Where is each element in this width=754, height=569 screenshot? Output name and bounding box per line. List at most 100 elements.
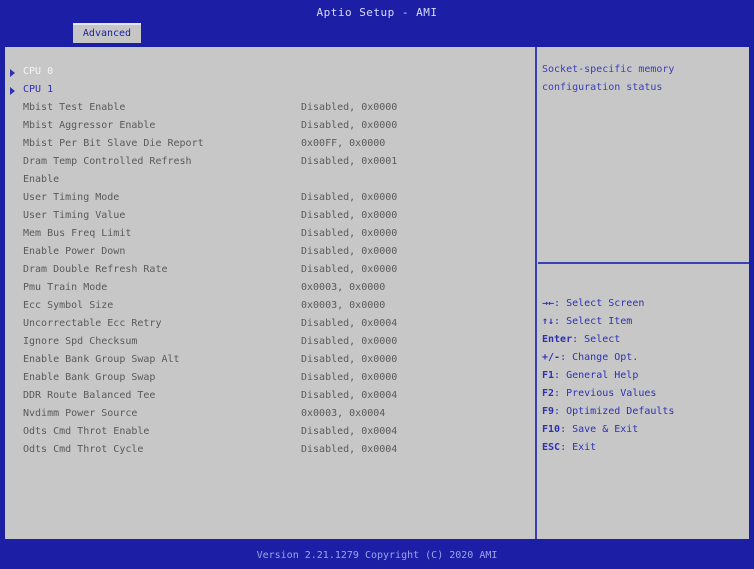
key-action: : Select Item [554,316,633,327]
setting-value: Disabled, 0x0000 [301,336,398,347]
setting-value: Disabled, 0x0000 [301,372,398,383]
setting-value: Disabled, 0x0004 [301,426,398,437]
key-label: →← [542,298,555,309]
key-label: +/- [542,352,561,363]
setting-label: Mbist Aggressor Enable [23,120,156,131]
setting-value: Disabled, 0x0004 [301,444,398,455]
key-label: F9 [542,406,555,417]
settings-list: CPU 0 CPU 1 Mbist Test Enable Disabled, … [5,47,537,539]
setting-label: Nvdimm Power Source [23,408,138,419]
setting-dram-double-refresh-rate: Dram Double Refresh Rate Disabled, 0x000… [5,261,533,279]
key-action: : Save & Exit [560,424,639,435]
setting-label: Enable Power Down [23,246,126,257]
setting-user-timing-mode: User Timing Mode Disabled, 0x0000 [5,189,533,207]
setting-odts-cmd-throt-cycle: Odts Cmd Throt Cycle Disabled, 0x0004 [5,441,533,459]
setting-label: Odts Cmd Throt Enable [23,426,150,437]
submenu-cpu-0[interactable]: CPU 0 [5,63,533,81]
setting-value: Disabled, 0x0000 [301,264,398,275]
key-hint-exit: ESC: Exit [542,439,674,457]
submenu-label: CPU 1 [23,84,54,95]
key-legend: →←: Select Screen ↑↓: Select Item Enter:… [542,295,674,457]
setting-label: Enable [23,174,60,185]
submenu-label: CPU 0 [23,66,54,77]
setting-value: Disabled, 0x0004 [301,318,398,329]
setting-value: Disabled, 0x0000 [301,354,398,365]
setting-value: 0x00FF, 0x0000 [301,138,386,149]
setting-enable-power-down: Enable Power Down Disabled, 0x0000 [5,243,533,261]
setting-odts-cmd-throt-enable: Odts Cmd Throt Enable Disabled, 0x0004 [5,423,533,441]
setting-value: Disabled, 0x0004 [301,390,398,401]
setting-value: Disabled, 0x0000 [301,120,398,131]
key-hint-select-item: ↑↓: Select Item [542,313,674,331]
setting-label: Mbist Test Enable [23,102,126,113]
key-hint-enter: Enter: Select [542,331,674,349]
setting-value: Disabled, 0x0000 [301,102,398,113]
setting-uncorrectable-ecc-retry: Uncorrectable Ecc Retry Disabled, 0x0004 [5,315,533,333]
setting-value: Disabled, 0x0000 [301,192,398,203]
key-label: ↑↓ [542,316,555,327]
key-hint-optimized-defaults: F9: Optimized Defaults [542,403,674,421]
key-hint-previous-values: F2: Previous Values [542,385,674,403]
setting-ignore-spd-checksum: Ignore Spd Checksum Disabled, 0x0000 [5,333,533,351]
key-label: F10 [542,424,561,435]
setting-value: Disabled, 0x0000 [301,246,398,257]
setting-label: Dram Temp Controlled Refresh [23,156,192,167]
item-help: Socket-specific memory configuration sta… [538,47,749,264]
setting-value: Disabled, 0x0000 [301,210,398,221]
setting-ddr-route-balanced-tee: DDR Route Balanced Tee Disabled, 0x0004 [5,387,533,405]
key-action: : General Help [554,370,639,381]
version-text: Version 2.21.1279 Copyright (C) 2020 AMI [256,550,498,561]
setting-ecc-symbol-size: Ecc Symbol Size 0x0003, 0x0000 [5,297,533,315]
setting-value: Disabled, 0x0001 [301,156,398,167]
key-label: ESC [542,442,561,453]
setting-label: Enable Bank Group Swap [23,372,156,383]
setting-label: Ignore Spd Checksum [23,336,138,347]
setting-value: 0x0003, 0x0000 [301,300,386,311]
setting-enable-bank-group-swap-alt: Enable Bank Group Swap Alt Disabled, 0x0… [5,351,533,369]
submenu-arrow-icon [10,69,15,77]
setting-label: Mbist Per Bit Slave Die Report [23,138,204,149]
key-hint-change-opt: +/-: Change Opt. [542,349,674,367]
setting-user-timing-value: User Timing Value Disabled, 0x0000 [5,207,533,225]
setting-nvdimm-power-source: Nvdimm Power Source 0x0003, 0x0004 [5,405,533,423]
setting-enable-bank-group-swap: Enable Bank Group Swap Disabled, 0x0000 [5,369,533,387]
setting-value: 0x0003, 0x0004 [301,408,386,419]
setting-label: Pmu Train Mode [23,282,108,293]
setting-value: Disabled, 0x0000 [301,228,398,239]
setting-label: User Timing Value [23,210,126,221]
key-action: : Previous Values [554,388,657,399]
key-action: : Exit [560,442,597,453]
key-hint-select-screen: →←: Select Screen [542,295,674,313]
setting-dram-temp-controlled-refresh: Dram Temp Controlled Refresh Disabled, 0… [5,153,533,171]
setting-label: Uncorrectable Ecc Retry [23,318,162,329]
key-action: : Select Screen [554,298,645,309]
setting-value: 0x0003, 0x0000 [301,282,386,293]
main-panel: CPU 0 CPU 1 Mbist Test Enable Disabled, … [5,47,749,539]
key-hint-general-help: F1: General Help [542,367,674,385]
key-label: F1 [542,370,555,381]
setting-mbist-test-enable: Mbist Test Enable Disabled, 0x0000 [5,99,533,117]
key-action: : Optimized Defaults [554,406,675,417]
title-bar: Aptio Setup - AMI Advanced [0,0,754,46]
setting-label: Ecc Symbol Size [23,300,114,311]
key-action: : Change Opt. [560,352,639,363]
setting-dram-temp-controlled-refresh-cont: Enable [5,171,533,189]
setting-label: Mem Bus Freq Limit [23,228,132,239]
setting-mbist-aggressor-enable: Mbist Aggressor Enable Disabled, 0x0000 [5,117,533,135]
setting-label: DDR Route Balanced Tee [23,390,156,401]
help-description: Socket-specific memory configuration sta… [542,64,675,93]
setting-pmu-train-mode: Pmu Train Mode 0x0003, 0x0000 [5,279,533,297]
submenu-arrow-icon [10,87,15,95]
key-hint-save-exit: F10: Save & Exit [542,421,674,439]
setting-label: Dram Double Refresh Rate [23,264,168,275]
key-label: F2 [542,388,555,399]
help-panel: Socket-specific memory configuration sta… [538,47,749,539]
tab-advanced[interactable]: Advanced [73,23,141,43]
setting-label: Odts Cmd Throt Cycle [23,444,144,455]
status-bar: Version 2.21.1279 Copyright (C) 2020 AMI [0,542,754,569]
setting-label: User Timing Mode [23,192,120,203]
key-label: Enter [542,334,573,345]
setup-title: Aptio Setup - AMI [316,6,438,19]
submenu-cpu-1[interactable]: CPU 1 [5,81,533,99]
setting-mem-bus-freq-limit: Mem Bus Freq Limit Disabled, 0x0000 [5,225,533,243]
